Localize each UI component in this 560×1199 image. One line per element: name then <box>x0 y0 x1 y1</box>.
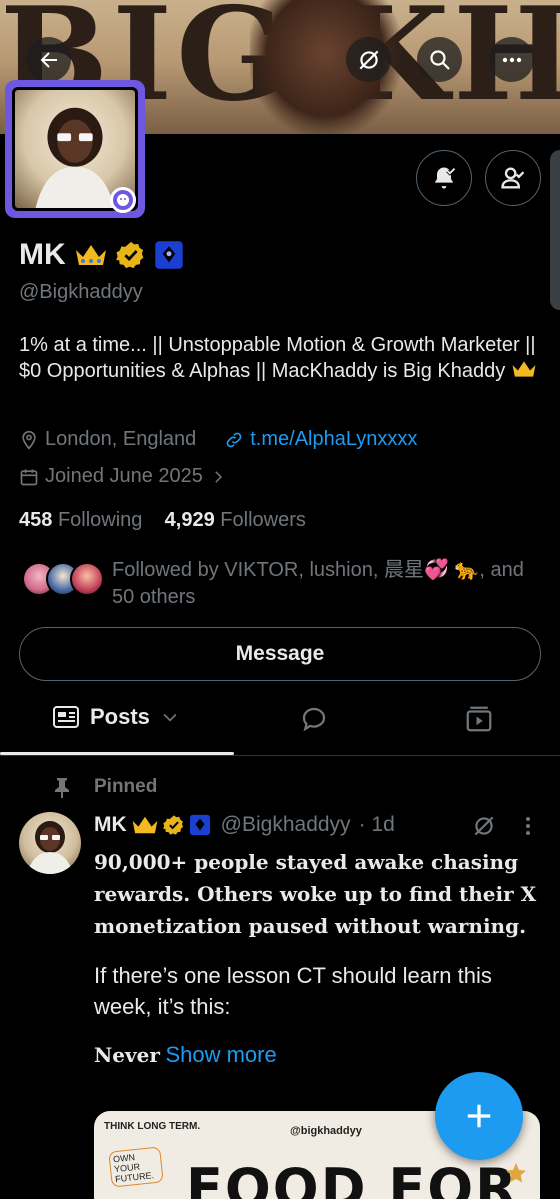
notifications-button[interactable] <box>416 150 472 206</box>
meta-row-joined[interactable]: Joined June 2025 <box>19 465 227 488</box>
scroll-handle[interactable] <box>550 150 560 310</box>
chevron-down-icon <box>163 713 177 722</box>
profile-tabs: Posts <box>0 694 560 756</box>
compose-plus-icon <box>467 1104 491 1128</box>
media-icon <box>466 706 492 732</box>
show-more-link[interactable]: Show more <box>165 1042 276 1067</box>
post-more-icon[interactable] <box>518 814 538 838</box>
followers-link[interactable]: 4,929 Followers <box>165 509 306 531</box>
search-button[interactable] <box>417 37 462 82</box>
post-bold-text: 90,000+ people stayed awake chasing rewa… <box>94 850 537 938</box>
calendar-icon <box>20 469 38 485</box>
grok-icon[interactable] <box>471 813 497 839</box>
media-title: FOOD FOR <box>186 1157 519 1199</box>
profile-joined: Joined June 2025 <box>45 465 203 487</box>
pinned-label: Pinned <box>94 776 158 797</box>
bio-text: 1% at a time... || Unstoppable Motion & … <box>19 334 536 382</box>
media-note-own: OWN YOUR FUTURE. <box>108 1146 164 1188</box>
tab-media[interactable] <box>464 704 494 739</box>
grok-button[interactable] <box>346 37 391 82</box>
post-header: MK @Bigkhaddyy · 1d <box>94 813 395 837</box>
back-arrow-icon <box>40 51 57 68</box>
post-last-line: Never Show more <box>94 1040 540 1071</box>
back-button[interactable] <box>26 37 71 82</box>
followed-by-text[interactable]: Followed by VIKTOR, lushion, 晨星💞 🐆, and … <box>112 557 542 611</box>
meta-row-location: London, England t.me/AlphaLynxxxx <box>19 428 417 451</box>
crown-icon <box>75 245 106 265</box>
pin-icon <box>55 778 69 798</box>
tab-replies[interactable] <box>299 704 329 739</box>
message-button[interactable]: Message <box>19 627 541 681</box>
following-link[interactable]: 458 Following <box>19 509 142 531</box>
followed-by-avatars[interactable] <box>22 562 106 600</box>
following-icon <box>501 167 525 189</box>
profile-link[interactable]: t.me/AlphaLynxxxx <box>250 428 417 451</box>
followers-count: 4,929 <box>164 509 215 531</box>
post-body[interactable]: 90,000+ people stayed awake chasing rewa… <box>94 846 540 1071</box>
profile-bio: 1% at a time... || Unstoppable Motion & … <box>19 332 549 384</box>
tab-posts[interactable]: Posts <box>52 704 180 730</box>
media-handle: @bigkhaddyy <box>290 1125 362 1137</box>
followers-label: Followers <box>220 509 306 531</box>
display-name: MK <box>19 238 66 271</box>
more-icon <box>502 57 521 62</box>
verified-badge-icon <box>162 815 183 835</box>
chevron-right-icon <box>215 470 222 483</box>
crown-icon <box>132 816 158 834</box>
post-author-name[interactable]: MK <box>94 813 127 837</box>
link-icon <box>226 432 242 447</box>
post-avatar[interactable] <box>19 812 81 874</box>
notifications-on-icon <box>434 167 456 189</box>
following-label: Following <box>57 509 143 531</box>
following-button[interactable] <box>485 150 541 206</box>
affiliate-badge-icon <box>189 814 210 836</box>
avatar <box>70 562 104 596</box>
following-count: 458 <box>19 509 53 531</box>
avatar-badge <box>110 187 136 213</box>
search-icon <box>429 49 450 70</box>
profile-handle: @Bigkhaddyy <box>19 281 143 303</box>
active-tab-indicator <box>0 752 234 755</box>
post-time[interactable]: · 1d <box>359 813 395 837</box>
verified-badge-icon[interactable] <box>115 240 146 270</box>
star-icon <box>506 1163 526 1183</box>
posts-icon <box>53 706 79 728</box>
post-author-handle: @Bigkhaddyy <box>220 813 351 836</box>
name-row: MK <box>19 236 184 274</box>
more-button[interactable] <box>489 37 534 82</box>
compose-button[interactable] <box>435 1072 523 1160</box>
media-note-think: THINK LONG TERM. <box>104 1121 201 1132</box>
post-paragraph: If there’s one lesson CT should learn th… <box>94 963 492 1019</box>
tab-posts-label: Posts <box>90 704 150 729</box>
affiliate-badge-icon[interactable] <box>154 240 184 270</box>
pinned-indicator: Pinned <box>52 776 157 798</box>
location-icon <box>22 430 36 450</box>
replies-icon <box>302 707 326 732</box>
post-last-word: Never <box>94 1043 160 1067</box>
grok-icon <box>359 50 378 69</box>
crown-icon <box>512 361 536 377</box>
follow-stats: 458 Following 4,929 Followers <box>19 509 306 532</box>
profile-location: London, England <box>45 428 197 450</box>
